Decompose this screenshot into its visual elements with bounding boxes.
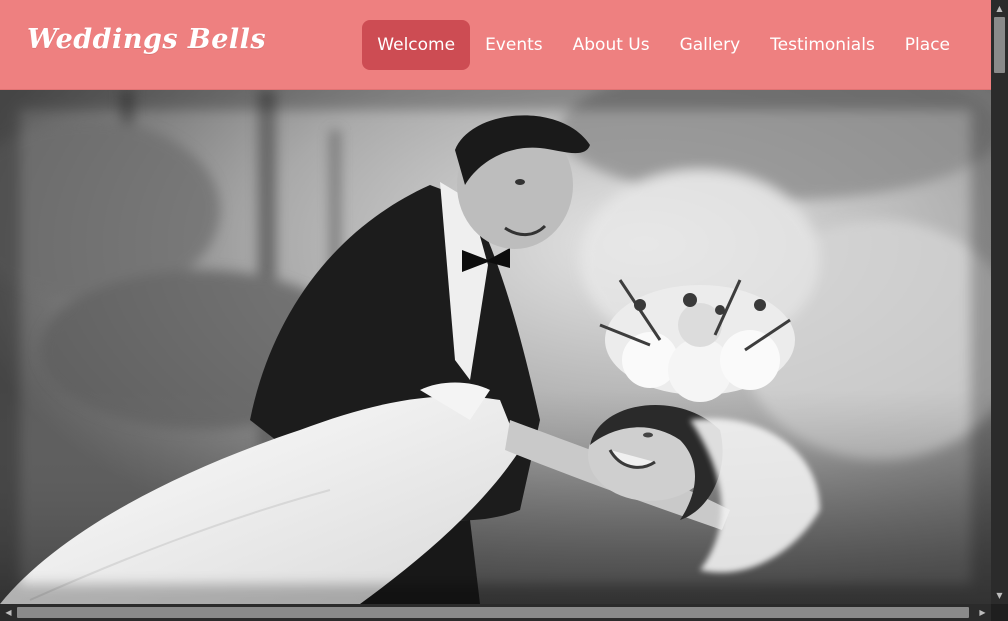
vertical-scrollbar[interactable]: ▲ ▼	[991, 0, 1008, 604]
vertical-scroll-thumb[interactable]	[994, 17, 1005, 73]
nav-item-place[interactable]: Place	[890, 20, 965, 70]
main-nav: Welcome Events About Us Gallery Testimon…	[362, 20, 965, 70]
hero-photo	[0, 90, 991, 604]
site-header: Weddings Bells Welcome Events About Us G…	[0, 0, 991, 90]
scroll-up-arrow-icon[interactable]: ▲	[991, 0, 1008, 17]
horizontal-scroll-thumb[interactable]	[17, 607, 969, 618]
nav-item-testimonials[interactable]: Testimonials	[755, 20, 890, 70]
site-logo[interactable]: Weddings Bells	[27, 24, 266, 55]
scrollbar-corner	[991, 604, 1008, 621]
nav-item-events[interactable]: Events	[470, 20, 558, 70]
nav-item-about-us[interactable]: About Us	[558, 20, 665, 70]
nav-item-welcome[interactable]: Welcome	[362, 20, 471, 70]
scroll-down-arrow-icon[interactable]: ▼	[991, 587, 1008, 604]
scroll-left-arrow-icon[interactable]: ◀	[0, 604, 17, 621]
nav-item-gallery[interactable]: Gallery	[665, 20, 756, 70]
browser-viewport: Weddings Bells Welcome Events About Us G…	[0, 0, 991, 604]
hero-image	[0, 90, 991, 604]
scroll-right-arrow-icon[interactable]: ▶	[974, 604, 991, 621]
horizontal-scrollbar[interactable]: ◀ ▶	[0, 604, 991, 621]
